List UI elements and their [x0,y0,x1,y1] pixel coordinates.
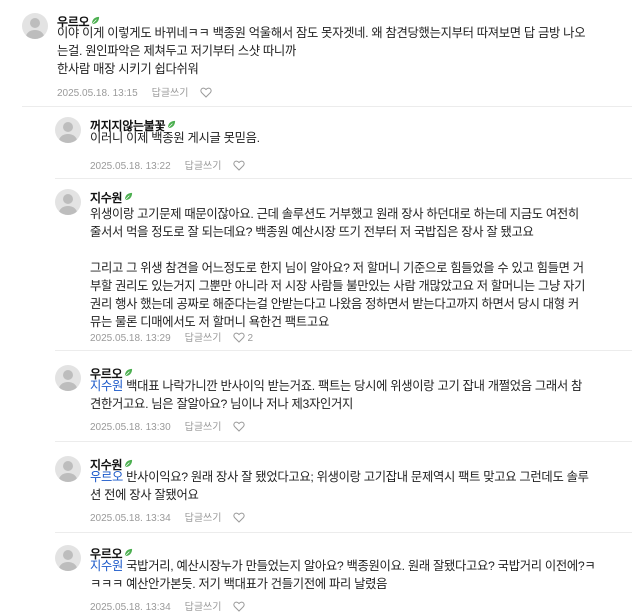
body-text: 백대표 나락가니깐 반사이익 받는거죠. 팩트는 당시에 위생이랑 고기 잡내 … [123,379,583,393]
body-text: 이야 이게 이렇게도 바뀌네ㅋㅋ 백종원 억울해서 잠도 못자겟네. 왜 참견당… [57,26,586,40]
body-line: 그리고 그 위생 참견을 어느정도로 한지 님이 알아요? 저 할머니 기준으로… [90,259,620,277]
comment-divider [22,106,632,107]
avatar[interactable] [55,117,81,143]
body-text: 위생이랑 고기문제 때문이잖아요. 근데 솔루션도 거부했고 원래 장사 하던대… [90,207,579,221]
comment-meta: 2025.05.18. 13:34 답글쓰기 [90,598,246,613]
reply-comment: 우르오 지수원 국밥거리, 예산시장누가 만들었는지 알아요? 백종원이요. 원래… [55,540,632,614]
reply-button[interactable]: 답글쓰기 [185,422,222,433]
reply-comment: 우르오 지수원 백대표 나락가니깐 반사이익 받는거죠. 팩트는 당시에 위생이랑… [55,360,632,434]
body-text: 뮤는 물론 디매에서도 저 할머니 욕한건 팩트고요 [90,315,329,329]
reply-button[interactable]: 답글쓰기 [152,88,189,99]
body-line: 권리 행사 했는데 공짜로 해준다는걸 안받는다고 나왔음 정하면서 받는다고까… [90,295,620,313]
leaf-icon [124,366,133,377]
comment-body: 이야 이게 이렇게도 바뀌네ㅋㅋ 백종원 억울해서 잠도 못자겟네. 왜 참견당… [57,24,620,78]
comment-body: 지수원 백대표 나락가니깐 반사이익 받는거죠. 팩트는 당시에 위생이랑 고기… [90,377,620,413]
reply-button[interactable]: 답글쓰기 [185,333,222,344]
comment-divider [55,350,632,351]
comment-divider [55,441,632,442]
heart-icon[interactable] [233,512,246,523]
mention-link[interactable]: 지수원 [90,559,123,573]
comment-list: 우르오 이야 이게 이렇게도 바뀌네ㅋㅋ 백종원 억울해서 잠도 못자겟네. 왜 … [0,0,640,616]
body-text: 견한거고요. 님은 잘알아요? 님이나 저나 제3자인거지 [90,397,354,411]
body-line: 지수원 백대표 나락가니깐 반사이익 받는거죠. 팩트는 당시에 위생이랑 고기… [90,377,620,395]
comment-divider [55,178,632,179]
mention-link[interactable]: 우르오 [90,470,123,484]
avatar[interactable] [55,189,81,215]
body-text: 줄서서 먹을 정도로 잘 되는데요? 백종원 예산시장 뜨기 전부터 저 국밥집… [90,225,534,239]
comment-date: 2025.05.18. 13:34 [90,513,171,524]
body-text: 한사람 매장 시키기 쉽다쉬워 [57,62,199,76]
comment-date: 2025.05.18. 13:15 [57,88,138,99]
comment-date: 2025.05.18. 13:34 [90,602,171,613]
body-text: 권리 행사 했는데 공짜로 해준다는걸 안받는다고 나왔음 정하면서 받는다고까… [90,297,579,311]
body-text: 그리고 그 위생 참견을 어느정도로 한지 님이 알아요? 저 할머니 기준으로… [90,261,584,275]
reply-comment: 지수원위생이랑 고기문제 때문이잖아요. 근데 솔루션도 거부했고 원래 장사 … [55,184,632,345]
body-line: 이러니 이제 백종원 게시글 못믿음. [90,129,620,147]
comment-meta: 2025.05.18. 13:29 답글쓰기 2 [90,329,253,344]
comment-body: 지수원 국밥거리, 예산시장누가 만들었는지 알아요? 백종원이요. 원래 잘됐… [90,557,620,593]
body-line: 이야 이게 이렇게도 바뀌네ㅋㅋ 백종원 억울해서 잠도 못자겟네. 왜 참견당… [57,24,620,42]
leaf-icon [124,190,133,201]
body-line: 는걸. 원인파악은 제쳐두고 저기부터 스샷 따니까 [57,42,620,60]
body-text: 션 전에 장사 잘됐어요 [90,488,199,502]
reply-comment: 꺼지지않는불꽃 이러니 이제 백종원 게시글 못믿음. 2025.05.18. 13… [55,112,632,173]
comment-date: 2025.05.18. 13:29 [90,333,171,344]
body-line: 한사람 매장 시키기 쉽다쉬워 [57,60,620,78]
body-line: 위생이랑 고기문제 때문이잖아요. 근데 솔루션도 거부했고 원래 장사 하던대… [90,205,620,223]
body-line: 우르오 반사이익요? 원래 장사 잘 됐었다고요; 위생이랑 고기잡내 문제역시… [90,468,620,486]
reply-comment: 지수원 우르오 반사이익요? 원래 장사 잘 됐었다고요; 위생이랑 고기잡내 문… [55,451,632,525]
like-count: 2 [247,333,254,344]
author-name[interactable]: 지수원 [90,191,123,205]
comment-body: 이러니 이제 백종원 게시글 못믿음. [90,129,620,147]
reply-button[interactable]: 답글쓰기 [185,602,222,613]
avatar[interactable] [55,365,81,391]
leaf-icon [124,546,133,557]
heart-icon[interactable] [200,87,213,98]
mention-link[interactable]: 지수원 [90,379,123,393]
comment-meta: 2025.05.18. 13:15 답글쓰기 [57,84,213,99]
body-line: 줄서서 먹을 정도로 잘 되는데요? 백종원 예산시장 뜨기 전부터 저 국밥집… [90,223,620,241]
comment: 우르오 이야 이게 이렇게도 바뀌네ㅋㅋ 백종원 억울해서 잠도 못자겟네. 왜 … [22,8,632,100]
heart-icon[interactable] [233,160,246,171]
reply-button[interactable]: 답글쓰기 [185,161,222,172]
body-line: 견한거고요. 님은 잘알아요? 님이나 저나 제3자인거지 [90,395,620,413]
comment-meta: 2025.05.18. 13:30 답글쓰기 [90,418,246,433]
comment-meta: 2025.05.18. 13:22 답글쓰기 [90,157,246,172]
body-line: 지수원 국밥거리, 예산시장누가 만들었는지 알아요? 백종원이요. 원래 잘됐… [90,557,620,575]
comment-body: 위생이랑 고기문제 때문이잖아요. 근데 솔루션도 거부했고 원래 장사 하던대… [90,205,620,331]
body-text: 이러니 이제 백종원 게시글 못믿음. [90,131,260,145]
body-line [90,241,620,259]
avatar[interactable] [22,13,48,39]
heart-icon[interactable] [233,601,246,612]
body-text: 는걸. 원인파악은 제쳐두고 저기부터 스샷 따니까 [57,44,296,58]
avatar[interactable] [55,456,81,482]
body-line: ㅋㅋㅋ 예산안가본듯. 저기 백대표가 건들기전에 파리 날렸음 [90,575,620,593]
body-line: 부할 권리도 있는거지 그뿐만 아니라 저 시장 사람들 불만있는 사람 개많았… [90,277,620,295]
heart-icon[interactable] [233,332,246,343]
avatar[interactable] [55,545,81,571]
heart-icon[interactable] [233,421,246,432]
comment-meta: 2025.05.18. 13:34 답글쓰기 [90,509,246,524]
reply-button[interactable]: 답글쓰기 [185,513,222,524]
leaf-icon [124,457,133,468]
comment-date: 2025.05.18. 13:30 [90,422,171,433]
body-text: 국밥거리, 예산시장누가 만들었는지 알아요? 백종원이요. 원래 잘됐다고요?… [123,559,596,573]
body-text: 반사이익요? 원래 장사 잘 됐었다고요; 위생이랑 고기잡내 문제역시 팩트 … [123,470,589,484]
comment-body: 우르오 반사이익요? 원래 장사 잘 됐었다고요; 위생이랑 고기잡내 문제역시… [90,468,620,504]
comment-divider [55,532,632,533]
body-text: 부할 권리도 있는거지 그뿐만 아니라 저 시장 사람들 불만있는 사람 개많았… [90,279,586,293]
author-nickname[interactable]: 지수원 [90,189,133,206]
leaf-icon [167,118,176,129]
comment-date: 2025.05.18. 13:22 [90,161,171,172]
body-text: ㅋㅋㅋ 예산안가본듯. 저기 백대표가 건들기전에 파리 날렸음 [90,577,388,591]
body-line: 션 전에 장사 잘됐어요 [90,486,620,504]
leaf-icon [91,14,100,25]
